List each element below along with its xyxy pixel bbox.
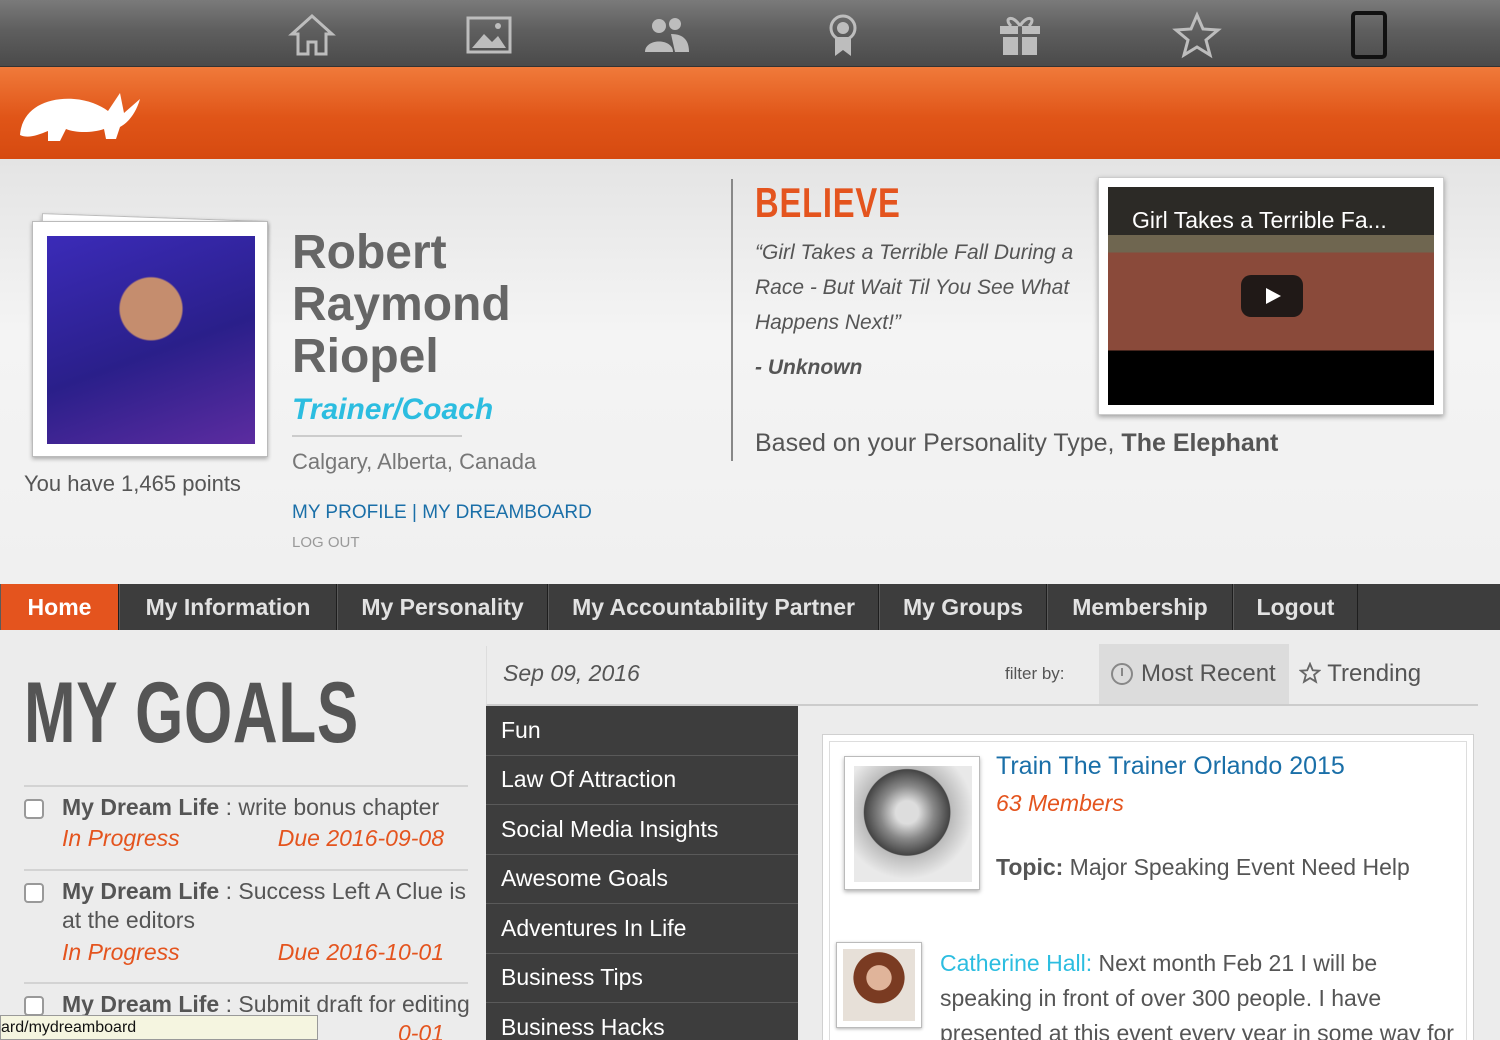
goal-item: My Dream Life : Success Left A Clue is a…: [24, 869, 468, 982]
goal-due: Due 2016-10-01: [277, 939, 444, 965]
topic-text: Major Speaking Event Need Help: [1063, 854, 1410, 880]
feed-header: Sep 09, 2016 filter by: Most Recent Tren…: [486, 644, 1478, 706]
filter-trending-label: Trending: [1327, 660, 1422, 687]
avatar[interactable]: [47, 236, 255, 444]
header-banner: [0, 67, 1500, 159]
category-list: Fun Law Of Attraction Social Media Insig…: [486, 706, 798, 1040]
group-title[interactable]: Train The Trainer Orlando 2015: [996, 752, 1345, 781]
category-item[interactable]: Awesome Goals: [486, 855, 798, 904]
believe-quote: “Girl Takes a Terrible Fall During a Rac…: [755, 241, 1074, 334]
nav-membership[interactable]: Membership: [1047, 584, 1233, 630]
category-item[interactable]: Business Tips: [486, 954, 798, 1003]
tablet-icon[interactable]: [1341, 8, 1397, 62]
filter-label: filter by:: [1005, 664, 1065, 683]
personality-text: Based on your Personality Type, The Elep…: [755, 429, 1278, 458]
group-members: 63 Members: [996, 790, 1124, 816]
post-inner: Train The Trainer Orlando 2015 63 Member…: [829, 741, 1467, 1040]
group-image[interactable]: [844, 756, 980, 890]
goal-status: In Progress: [62, 939, 180, 965]
goals-list: My Dream Life : write bonus chapter In P…: [24, 785, 470, 1040]
main-nav: Home My Information My Personality My Ac…: [0, 584, 1500, 630]
goal-text[interactable]: My Dream Life : Success Left A Clue is a…: [62, 877, 472, 935]
video-player[interactable]: Girl Takes a Terrible Fa...: [1108, 187, 1434, 405]
nav-my-personality[interactable]: My Personality: [337, 584, 548, 630]
users-icon[interactable]: [638, 8, 694, 62]
personality-prefix: Based on your Personality Type,: [755, 429, 1122, 457]
profile-location: Calgary, Alberta, Canada: [292, 449, 537, 474]
nav-home[interactable]: Home: [0, 584, 119, 630]
nav-logout[interactable]: Logout: [1233, 584, 1358, 630]
goal-status: In Progress: [62, 825, 180, 851]
nav-my-information[interactable]: My Information: [119, 584, 337, 630]
my-profile-link[interactable]: MY PROFILE: [292, 502, 407, 523]
topic-label: Topic:: [996, 854, 1064, 880]
filter-trending[interactable]: Trending: [1298, 660, 1422, 688]
filter-most-recent-label: Most Recent: [1141, 660, 1276, 687]
goal-category: My Dream Life: [62, 878, 220, 904]
profile-role: Trainer/Coach: [292, 393, 494, 426]
status-bar-url: ard/mydreamboard: [0, 1015, 318, 1040]
play-icon[interactable]: [1241, 275, 1303, 317]
goal-text[interactable]: My Dream Life : write bonus chapter: [62, 793, 472, 822]
top-icon-bar: [0, 0, 1500, 67]
goal-item: My Dream Life : write bonus chapter In P…: [24, 785, 468, 869]
commenter-name[interactable]: Catherine Hall:: [940, 950, 1092, 976]
star-outline-icon: [1298, 661, 1322, 684]
link-separator: |: [406, 502, 423, 523]
log-out-link[interactable]: LOG OUT: [292, 534, 360, 551]
quote-author: - Unknown: [755, 356, 863, 379]
feed-date: Sep 09, 2016: [503, 660, 640, 686]
goal-due: 0-01: [397, 1020, 444, 1040]
group-post-card: Train The Trainer Orlando 2015 63 Member…: [822, 734, 1474, 1040]
profile-photo-stack: [32, 213, 268, 457]
goals-title: MY GOALS: [24, 665, 359, 761]
star-icon[interactable]: [1169, 8, 1225, 62]
category-item[interactable]: Adventures In Life: [486, 904, 798, 954]
personality-type: The Elephant: [1121, 429, 1279, 457]
category-item[interactable]: Business Hacks: [486, 1003, 798, 1040]
points-text: You have 1,465 points: [24, 471, 241, 496]
profile-section: You have 1,465 points Robert Raymond Rio…: [0, 159, 1500, 584]
video-embed[interactable]: Girl Takes a Terrible Fa...: [1098, 177, 1444, 415]
category-item[interactable]: Law Of Attraction: [486, 756, 798, 805]
category-item[interactable]: Social Media Insights: [486, 805, 798, 855]
award-icon[interactable]: [815, 8, 871, 62]
nav-my-groups[interactable]: My Groups: [879, 584, 1047, 630]
believe-heading: BELIEVE: [755, 179, 901, 226]
gift-icon[interactable]: [992, 8, 1048, 62]
commenter-avatar[interactable]: [836, 942, 922, 1028]
goal-category: My Dream Life: [62, 794, 220, 820]
nav-my-accountability-partner[interactable]: My Accountability Partner: [548, 584, 879, 630]
profile-links: MY PROFILE | MY DREAMBOARD: [292, 502, 592, 524]
my-dreamboard-link[interactable]: MY DREAMBOARD: [422, 502, 592, 523]
microphone-image: [854, 766, 972, 882]
comment-text: Catherine Hall: Next month Feb 21 I will…: [940, 946, 1460, 1040]
profile-name: Robert Raymond Riopel: [292, 226, 511, 383]
goal-checkbox[interactable]: [24, 799, 44, 819]
photo-frame: [32, 221, 268, 457]
vertical-divider: [731, 179, 733, 461]
goal-checkbox[interactable]: [24, 883, 44, 903]
role-divider: [292, 435, 462, 437]
clock-icon: [1111, 663, 1133, 685]
goal-due: Due 2016-09-08: [277, 825, 444, 851]
rhino-logo-icon[interactable]: [16, 79, 146, 149]
video-title[interactable]: Girl Takes a Terrible Fa...: [1132, 207, 1387, 234]
goal-category: My Dream Life: [62, 991, 220, 1017]
avatar: [843, 949, 915, 1021]
goal-description: : write bonus chapter: [219, 794, 440, 820]
group-topic: Topic: Major Speaking Event Need Help: [996, 854, 1410, 881]
home-icon[interactable]: [284, 8, 340, 62]
category-item[interactable]: Fun: [486, 706, 798, 756]
goal-description: : Submit draft for editing: [219, 991, 470, 1017]
image-icon[interactable]: [461, 8, 517, 62]
goal-checkbox[interactable]: [24, 996, 44, 1016]
filter-most-recent[interactable]: Most Recent: [1099, 644, 1289, 704]
